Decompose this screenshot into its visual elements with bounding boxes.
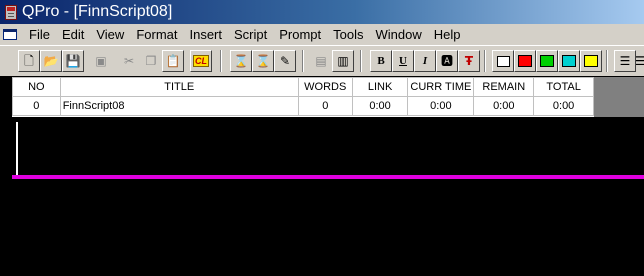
open-folder-icon[interactable]: 📂 <box>40 50 62 72</box>
table-row[interactable]: 0 FinnScript08 0 0:00 0:00 0:00 0:00 <box>12 96 594 116</box>
cyan-swatch[interactable] <box>558 50 580 72</box>
reading-line-marker[interactable] <box>12 175 644 179</box>
text-cursor <box>16 122 18 177</box>
red-swatch[interactable] <box>514 50 536 72</box>
font-icon[interactable]: 🅰 <box>436 50 458 72</box>
underline-icon[interactable]: U <box>392 50 414 72</box>
prompter-display[interactable] <box>0 117 644 276</box>
script-grid: NO TITLE WORDS LINK CURR TIME REMAIN TOT… <box>12 77 594 117</box>
grid-empty-area <box>594 77 644 117</box>
menu-tools[interactable]: Tools <box>327 27 369 42</box>
header-row: NO TITLE WORDS LINK CURR TIME REMAIN TOT… <box>12 77 594 97</box>
cut-icon[interactable]: ✂ <box>118 50 140 72</box>
pen-icon[interactable]: ✎ <box>274 50 296 72</box>
toolbar-separator <box>220 50 222 72</box>
menu-script[interactable]: Script <box>228 27 273 42</box>
save-icon[interactable]: 💾 <box>62 50 84 72</box>
paste-icon[interactable]: 📋 <box>162 50 184 72</box>
layout2-icon[interactable]: ▥ <box>332 50 354 72</box>
align-center-icon[interactable]: ☰ <box>636 50 644 72</box>
col-header-curr-time[interactable]: CURR TIME <box>407 77 475 97</box>
menu-prompt[interactable]: Prompt <box>273 27 327 42</box>
menu-insert[interactable]: Insert <box>183 27 228 42</box>
save-disabled-icon[interactable]: ▣ <box>90 50 112 72</box>
qpro-app-icon[interactable] <box>5 4 17 20</box>
bold-icon[interactable]: B <box>370 50 392 72</box>
cell-total[interactable]: 0:00 <box>533 96 594 116</box>
toolbar: 🗋 📂 💾 ▣ ✂ ❐ 📋 CL ⌛ ⌛ ✎ ▤ ▥ B U I 🅰 Ŧ ☰ ☰ <box>0 45 644 76</box>
prompt2-icon[interactable]: ⌛ <box>252 50 274 72</box>
toolbar-separator <box>484 50 486 72</box>
menu-help[interactable]: Help <box>428 27 467 42</box>
cell-link[interactable]: 0:00 <box>351 96 409 116</box>
cell-remain[interactable]: 0:00 <box>473 96 535 116</box>
new-document-icon[interactable]: 🗋 <box>18 50 40 72</box>
layout-icon[interactable]: ▤ <box>310 50 332 72</box>
menu-window[interactable]: Window <box>370 27 428 42</box>
italic-icon[interactable]: I <box>414 50 436 72</box>
menu-format[interactable]: Format <box>130 27 183 42</box>
col-header-total[interactable]: TOTAL <box>533 77 594 97</box>
menu-bar: File Edit View Format Insert Script Prom… <box>0 24 644 45</box>
script-table: NO TITLE WORDS LINK CURR TIME REMAIN TOT… <box>12 77 594 116</box>
col-header-remain[interactable]: REMAIN <box>473 77 535 97</box>
toolbar-separator <box>302 50 304 72</box>
document-window-icon[interactable] <box>3 29 17 40</box>
menu-edit[interactable]: Edit <box>56 27 90 42</box>
green-swatch[interactable] <box>536 50 558 72</box>
align-left-icon[interactable]: ☰ <box>614 50 636 72</box>
cell-words[interactable]: 0 <box>297 96 353 116</box>
col-header-words[interactable]: WORDS <box>297 77 353 97</box>
menu-view[interactable]: View <box>90 27 130 42</box>
toolbar-separator <box>606 50 608 72</box>
cell-title[interactable]: FinnScript08 <box>59 96 299 116</box>
col-header-link[interactable]: LINK <box>351 77 409 97</box>
menu-file[interactable]: File <box>23 27 56 42</box>
prompt-icon[interactable]: ⌛ <box>230 50 252 72</box>
text-color-icon[interactable]: Ŧ <box>458 50 480 72</box>
cl-icon[interactable]: CL <box>190 50 212 72</box>
cell-no[interactable]: 0 <box>12 96 61 116</box>
toolbar-separator <box>360 50 362 72</box>
window-title: QPro - [FinnScript08] <box>22 3 173 20</box>
box-outline-icon[interactable] <box>492 50 514 72</box>
cell-curr-time[interactable]: 0:00 <box>407 96 475 116</box>
col-header-title[interactable]: TITLE <box>59 77 299 97</box>
title-bar: QPro - [FinnScript08] <box>0 0 644 24</box>
copy-icon[interactable]: ❐ <box>140 50 162 72</box>
yellow-swatch[interactable] <box>580 50 602 72</box>
col-header-no[interactable]: NO <box>12 77 61 97</box>
